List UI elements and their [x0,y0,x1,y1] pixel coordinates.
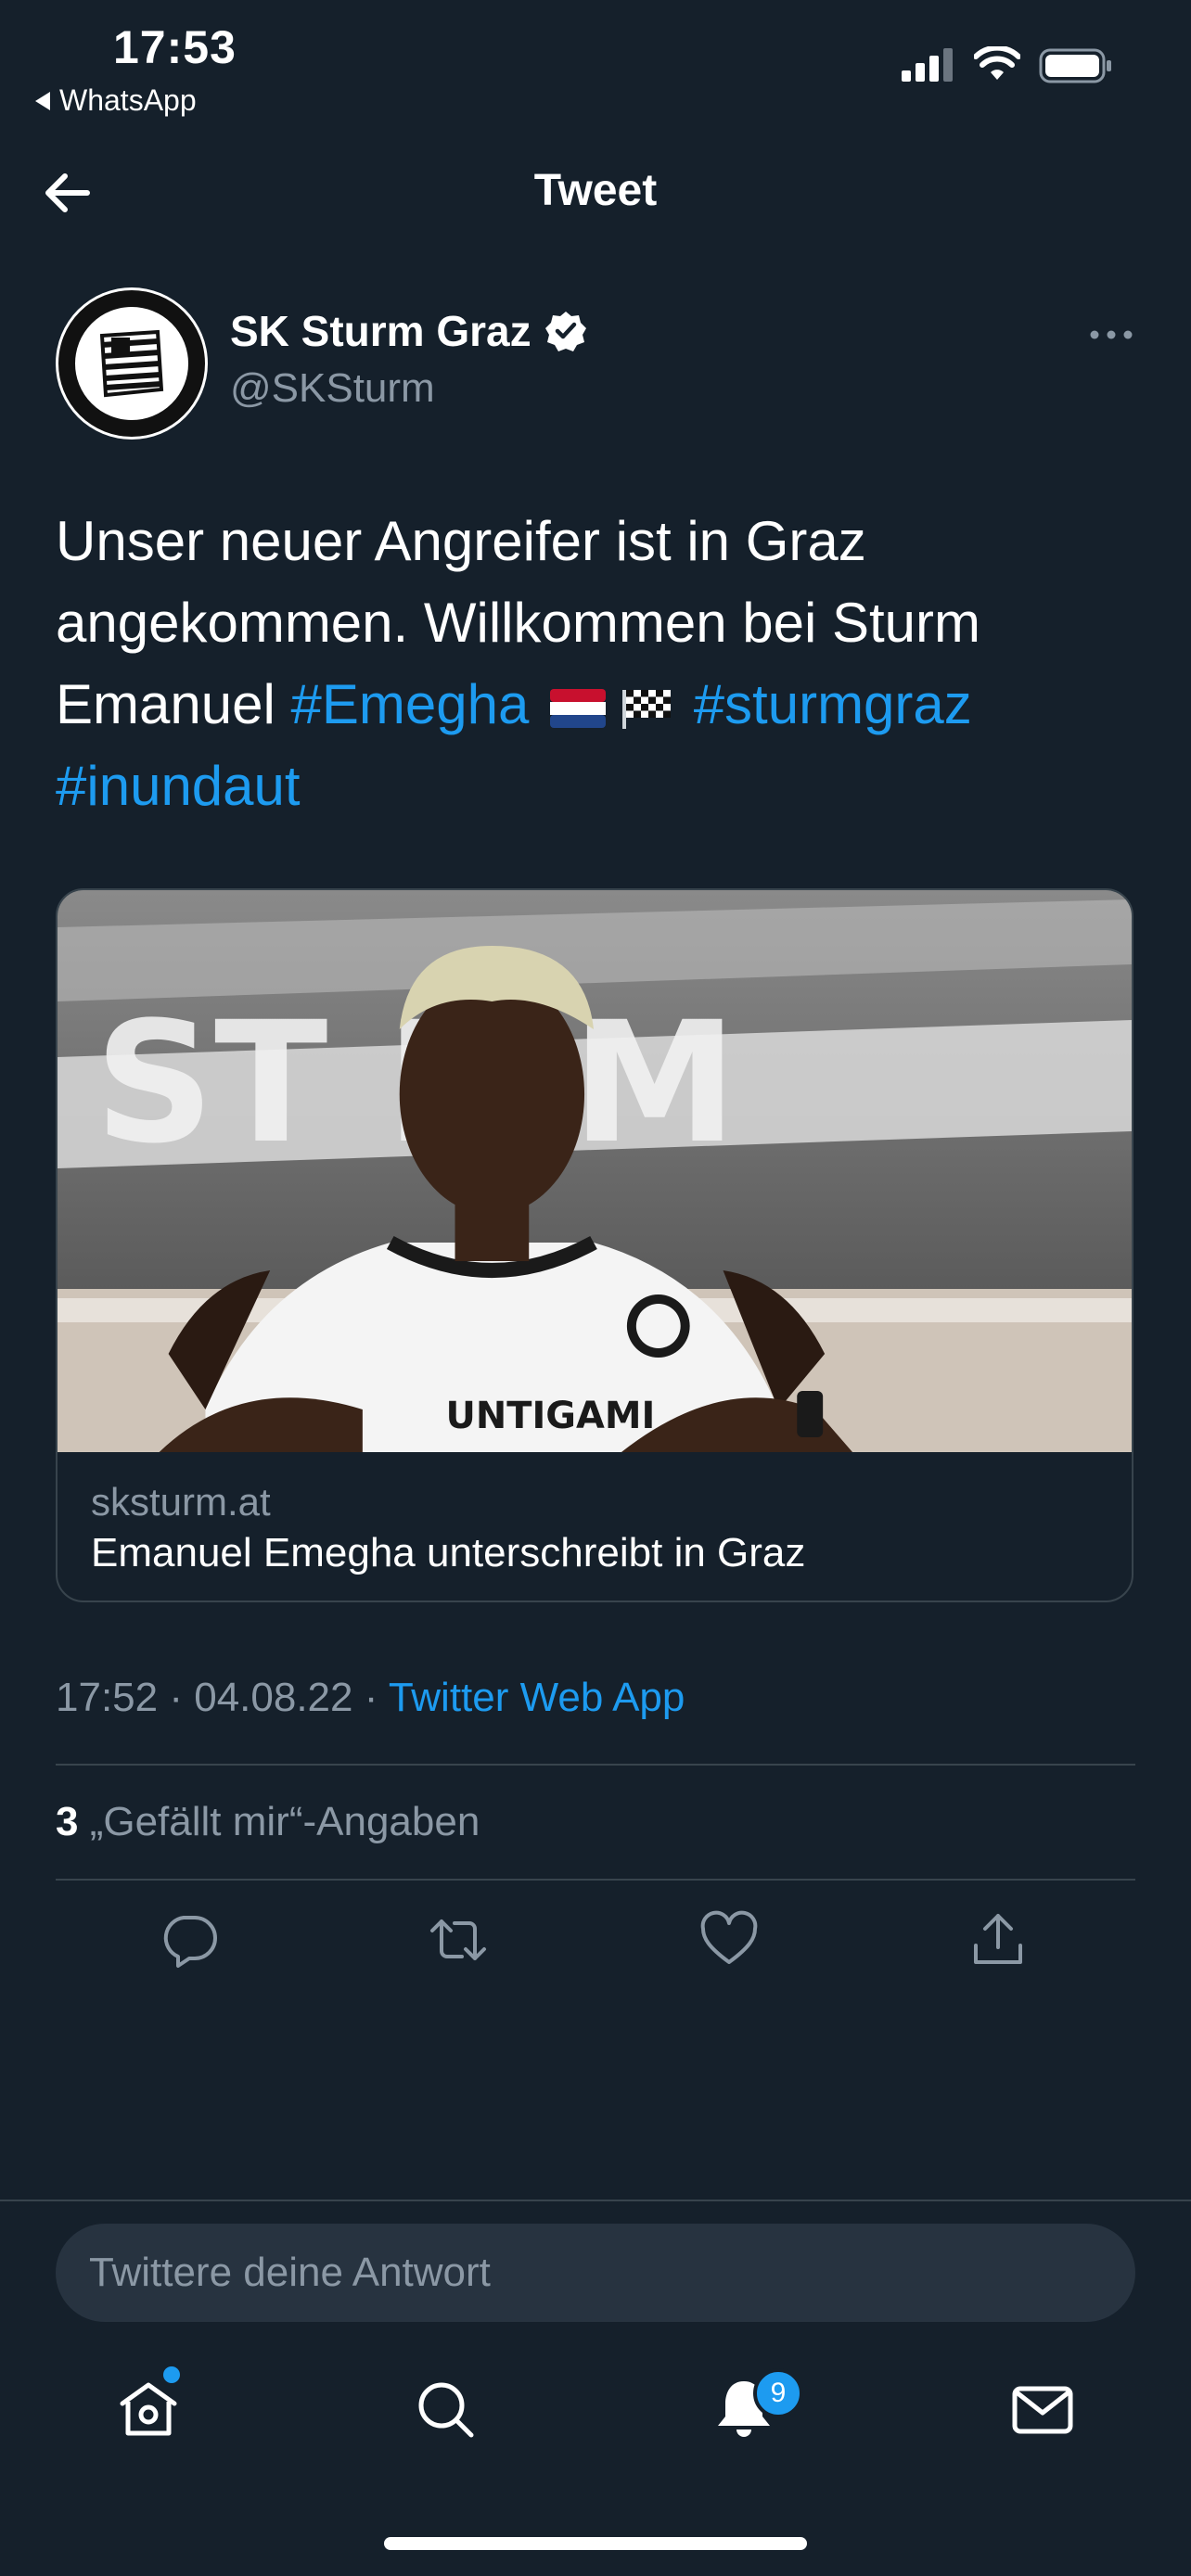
hashtag-emegha[interactable]: #Emegha [290,673,529,735]
hashtag-sturmgraz[interactable]: #sturmgraz [694,673,972,735]
back-to-app-link[interactable]: WhatsApp [35,83,197,118]
author-name[interactable]: SK Sturm Graz [230,306,587,356]
share-icon[interactable] [968,1910,1028,1970]
svg-text:UNTIGAMI: UNTIGAMI [446,1395,656,1437]
reply-input[interactable] [56,2224,1135,2322]
tweet-meta: 17:52 · 04.08.22 · Twitter Web App [56,1675,685,1721]
back-app-label: WhatsApp [59,83,197,117]
messages-icon[interactable] [1009,2376,1076,2442]
likes-count[interactable]: 3 „Gefällt mir“-Angaben [56,1799,480,1845]
card-image: ST R M UNTIGAMI [58,890,1132,1452]
likes-number: 3 [56,1799,79,1844]
cellular-signal-icon [902,48,953,82]
home-indicator[interactable] [384,2537,807,2550]
tweet-text: Unser neuer Angreifer ist in Graz angeko… [56,501,1141,827]
divider [0,2200,1191,2201]
reply-icon[interactable] [160,1910,219,1970]
wifi-icon [974,46,1020,80]
battery-icon [1039,48,1111,83]
card-domain: sksturm.at [91,1480,271,1524]
home-icon[interactable] [115,2376,182,2442]
home-unread-dot [163,2366,180,2383]
divider [56,1764,1135,1766]
page-title: Tweet [533,166,658,215]
more-icon[interactable] [1083,312,1139,358]
link-card[interactable]: ST R M UNTIGAMI sksturm.at Emanuel Emegh… [56,888,1133,1602]
hashtag-inundaut[interactable]: #inundaut [56,755,301,817]
card-title: Emanuel Emegha unterschreibt in Graz [91,1530,806,1575]
back-triangle-icon [35,91,50,110]
tweet-source-link[interactable]: Twitter Web App [389,1675,685,1720]
author-name-label: SK Sturm Graz [230,307,531,355]
tweet-date: 04.08.22 [194,1675,353,1720]
club-logo [58,289,206,438]
retweet-icon[interactable] [429,1910,488,1970]
tweet-time: 17:52 [56,1675,159,1720]
netherlands-flag-icon [550,689,607,729]
author-handle[interactable]: @SKSturm [230,365,435,412]
meta-separator: · [158,1675,195,1720]
likes-label: „Gefällt mir“-Angaben [78,1799,480,1844]
status-time: 17:53 [113,21,237,73]
verified-icon [544,312,586,351]
notifications-badge: 9 [753,2368,803,2418]
meta-separator: · [352,1675,389,1720]
like-icon[interactable] [699,1910,759,1970]
avatar[interactable] [56,287,208,440]
search-icon[interactable] [412,2376,479,2442]
divider [56,1879,1135,1881]
checkered-flag-icon [622,690,672,730]
